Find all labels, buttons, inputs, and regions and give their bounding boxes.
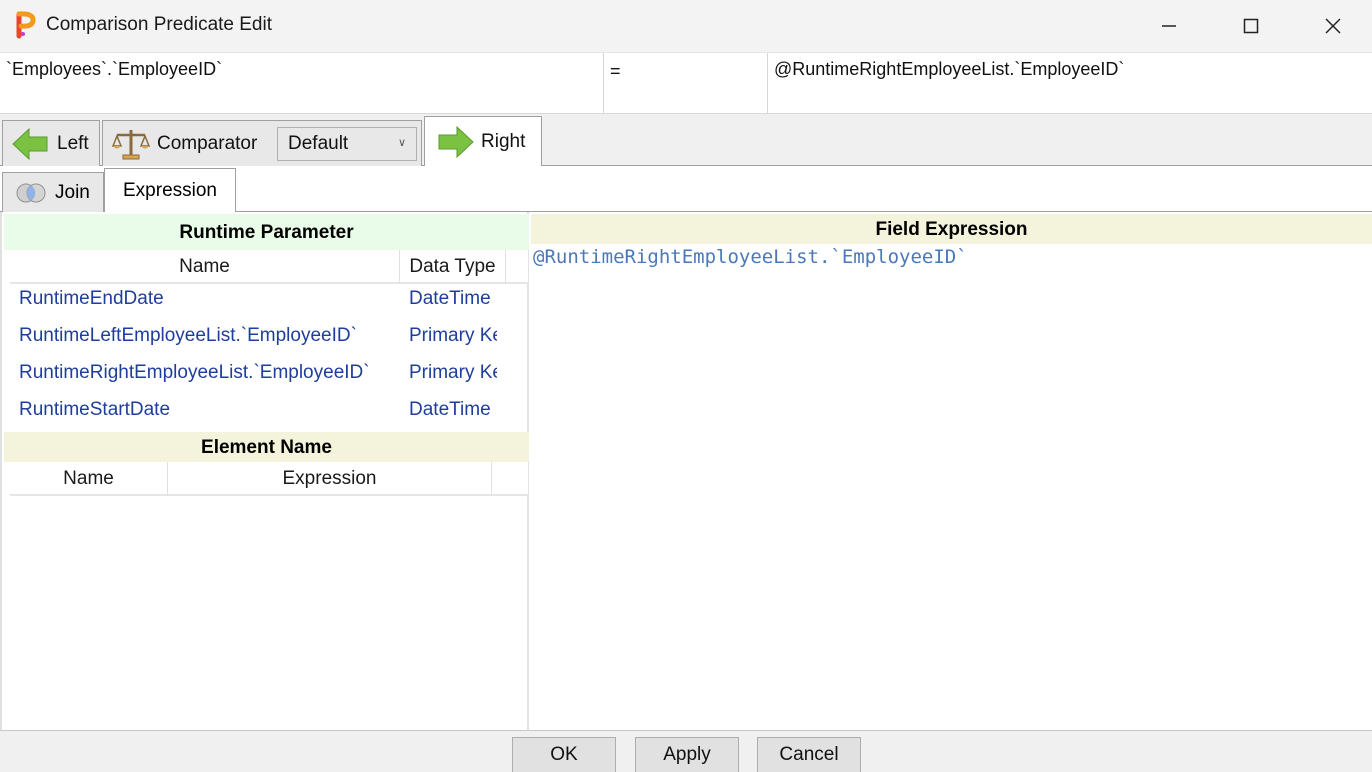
parameter-name: RuntimeLeftEmployeeList.`EmployeeID` xyxy=(19,325,357,346)
runtime-parameter-header: Runtime Parameter xyxy=(4,214,529,250)
tab-expression[interactable]: Expression xyxy=(104,168,236,213)
scales-icon xyxy=(111,129,151,159)
apply-button[interactable]: Apply xyxy=(635,737,739,772)
parameter-name: RuntimeStartDate xyxy=(19,399,171,420)
app-logo-icon xyxy=(16,11,36,39)
column-header-name[interactable]: Name xyxy=(10,462,168,496)
ok-button[interactable]: OK xyxy=(512,737,616,772)
tab-left[interactable]: Left xyxy=(2,120,100,166)
dialog-window: Comparison Predicate Edit `Employees`.`E… xyxy=(0,0,1372,772)
main-tab-bar: Left Comparator Default ∨ Right xyxy=(0,114,1372,167)
tab-join-label: Join xyxy=(55,181,90,203)
minimize-icon xyxy=(1162,25,1176,27)
tab-right-label: Right xyxy=(481,131,526,152)
column-header-name[interactable]: Name xyxy=(10,250,400,284)
field-expression-editor[interactable]: @RuntimeRightEmployeeList.`EmployeeID` xyxy=(533,246,968,268)
predicate-left-operand[interactable]: `Employees`.`EmployeeID` xyxy=(0,53,604,115)
predicate-operator[interactable]: = xyxy=(604,53,768,115)
maximize-button[interactable] xyxy=(1210,0,1292,52)
element-name-column-header: Name Expression xyxy=(10,462,528,496)
arrow-right-icon xyxy=(438,125,474,159)
column-header-expression[interactable]: Expression xyxy=(168,462,492,496)
parameter-type: DateTime xyxy=(409,288,491,309)
column-header-data-type[interactable]: Data Type xyxy=(400,250,506,284)
parameter-panel: Runtime Parameter Name Data Type Runtime… xyxy=(4,212,529,730)
join-icon xyxy=(16,183,46,202)
tab-left-label: Left xyxy=(57,132,89,154)
parameter-type: Primary Key xyxy=(409,362,497,383)
tab-expression-label: Expression xyxy=(123,180,217,201)
field-expression-header: Field Expression xyxy=(531,214,1372,244)
predicate-right-operand[interactable]: @RuntimeRightEmployeeList.`EmployeeID` xyxy=(768,53,1372,115)
close-button[interactable] xyxy=(1292,0,1372,52)
parameter-name: RuntimeEndDate xyxy=(19,288,164,309)
field-expression-panel: Field Expression @RuntimeRightEmployeeLi… xyxy=(531,212,1372,730)
expression-content: Runtime Parameter Name Data Type Runtime… xyxy=(0,212,1372,730)
title-bar: Comparison Predicate Edit xyxy=(0,0,1372,52)
dialog-footer: OK Apply Cancel xyxy=(0,730,1372,772)
tab-comparator[interactable]: Comparator Default ∨ xyxy=(102,120,422,166)
minimize-button[interactable] xyxy=(1128,0,1210,52)
tab-comparator-label: Comparator xyxy=(157,132,258,154)
runtime-parameter-column-header: Name Data Type xyxy=(10,250,528,284)
close-icon xyxy=(1325,18,1341,34)
comparator-select[interactable]: Default ∨ xyxy=(277,127,417,161)
window-title: Comparison Predicate Edit xyxy=(46,14,272,35)
cancel-button[interactable]: Cancel xyxy=(757,737,861,772)
tab-right[interactable]: Right xyxy=(424,116,542,167)
tab-join[interactable]: Join xyxy=(2,172,104,212)
chevron-down-icon: ∨ xyxy=(397,137,406,149)
parameter-name: RuntimeRightEmployeeList.`EmployeeID` xyxy=(19,362,370,383)
sub-tab-bar: Join Expression xyxy=(0,166,1372,213)
maximize-icon xyxy=(1243,18,1259,34)
arrow-left-icon xyxy=(12,127,48,160)
parameter-type: DateTime xyxy=(409,399,491,420)
element-name-header: Element Name xyxy=(4,432,529,462)
comparator-select-value: Default xyxy=(288,133,349,154)
predicate-summary: `Employees`.`EmployeeID` = @RuntimeRight… xyxy=(0,52,1372,115)
parameter-type: Primary Key xyxy=(409,325,497,346)
